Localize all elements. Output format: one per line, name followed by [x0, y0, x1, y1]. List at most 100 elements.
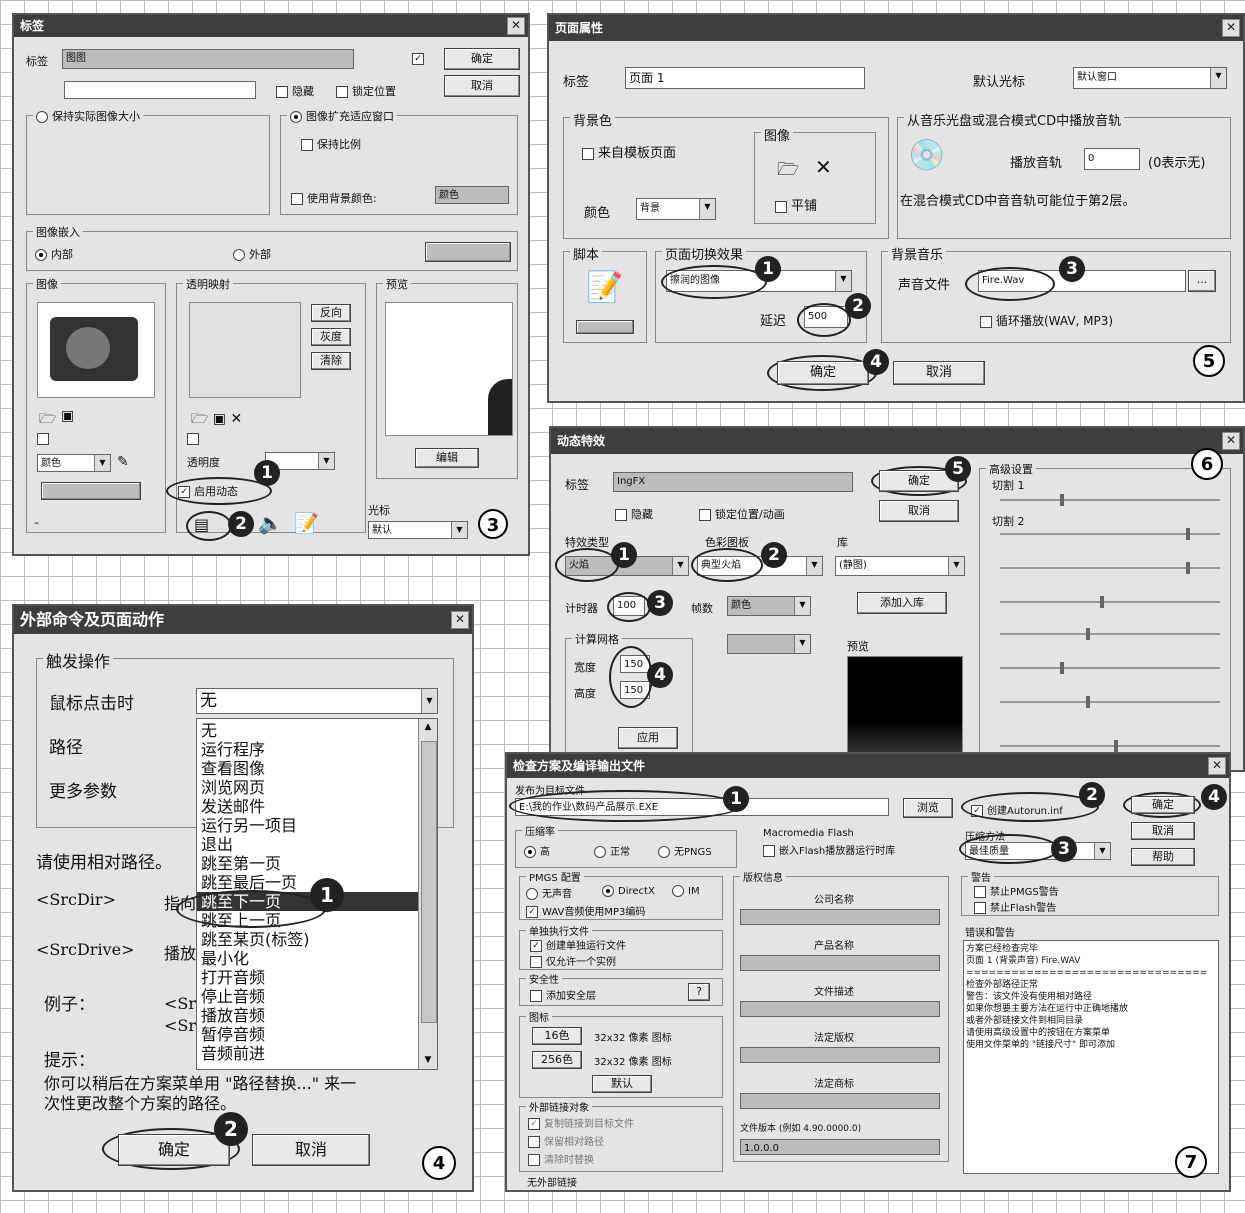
edit-button[interactable]: 编辑	[415, 448, 479, 468]
create-single-checkbox[interactable]: ✓ 创建单独运行文件	[530, 937, 626, 952]
product-input[interactable]	[740, 955, 940, 971]
action-option[interactable]: 运行另一项目	[197, 816, 419, 835]
codec-checkbox[interactable]: ✓ WAV音频使用MP3编码	[526, 903, 645, 918]
embed-browse-button[interactable]	[425, 242, 511, 262]
company-input[interactable]	[740, 909, 940, 925]
trademark-input[interactable]	[740, 1093, 940, 1109]
script-button[interactable]	[576, 320, 634, 334]
default-cursor-select[interactable]: 默认窗口 ▼	[1073, 67, 1227, 89]
bg-color-checkbox[interactable]: 使用背景颜色:	[291, 190, 377, 206]
action-option[interactable]: 发送邮件	[197, 797, 419, 816]
color-select[interactable]: 背景 ▼	[636, 198, 716, 220]
apply-button[interactable]: 应用	[618, 727, 678, 749]
lock-checkbox[interactable]: 锁定位置	[336, 83, 396, 99]
action-option[interactable]: 停止音频	[197, 987, 419, 1006]
compress-none-radio[interactable]: 无PNGS	[658, 843, 712, 858]
invert-button[interactable]: 反向	[311, 304, 351, 322]
speaker-icon[interactable]: 🔈	[258, 511, 283, 535]
slider-7[interactable]	[1000, 696, 1220, 708]
lock-checkbox[interactable]: 锁定位置/动画	[699, 506, 785, 522]
gray-button[interactable]	[41, 482, 141, 500]
action-option[interactable]: 退出	[197, 835, 419, 854]
open-mask-icon[interactable]: 🗁 ▣ ✕	[191, 408, 242, 432]
cancel-button[interactable]: 取消	[1131, 822, 1195, 840]
compress-normal-radio[interactable]: 正常	[594, 843, 630, 858]
slider-3[interactable]	[1000, 562, 1220, 574]
icon16-button[interactable]: 16色	[532, 1027, 582, 1045]
open-icon[interactable]: 🗁	[39, 408, 56, 432]
scroll-up-icon[interactable]: ▲	[419, 719, 437, 736]
cancel-button[interactable]: 取消	[893, 361, 985, 385]
action-option[interactable]: 暂停音频	[197, 1025, 419, 1044]
keep-size-radio[interactable]: 保持实际图像大小	[33, 108, 143, 124]
color-dropdown[interactable]: 颜色 ▼	[37, 454, 111, 472]
hide-checkbox[interactable]: 隐藏	[276, 83, 314, 99]
loop-checkbox[interactable]: 循环播放(WAV, MP3)	[980, 312, 1113, 329]
scroll-down-icon[interactable]: ▼	[419, 1052, 437, 1069]
flash-checkbox[interactable]: 嵌入Flash播放器运行时库	[763, 842, 895, 857]
action-option[interactable]: 跳至某页(标签)	[197, 930, 419, 949]
label-input[interactable]: 图图	[62, 49, 354, 69]
log-box[interactable]: 方案已经检查完毕 页面 1 (背景声音) Fire.WAV ============…	[963, 940, 1219, 1174]
cancel-button[interactable]: 取消	[252, 1134, 370, 1166]
icon256-button[interactable]: 256色	[532, 1051, 582, 1069]
directx-radio[interactable]: DirectX	[602, 885, 655, 897]
close-icon[interactable]: ✕	[1222, 432, 1240, 450]
slider-5[interactable]	[1000, 628, 1220, 640]
ok-button[interactable]: 确定	[118, 1134, 230, 1166]
mask-checkbox[interactable]	[187, 432, 203, 445]
dx-other-radio[interactable]: IM	[672, 885, 700, 897]
save-icon[interactable]: ▣	[61, 408, 74, 424]
add-lib-button[interactable]: 添加入库	[857, 592, 947, 614]
color-select[interactable]: 颜色	[435, 186, 509, 204]
close-icon[interactable]: ✕	[451, 611, 469, 629]
default-icon-button[interactable]: 默认	[592, 1075, 652, 1093]
ok-button[interactable]: 确定	[1131, 796, 1195, 814]
close-icon[interactable]: ✕	[1208, 757, 1226, 775]
action-option[interactable]: 最小化	[197, 949, 419, 968]
w2-checkbox[interactable]: 禁止Flash警告	[974, 899, 1056, 914]
on-click-select[interactable]: 无 ▼	[196, 688, 438, 714]
action-icon[interactable]: ▤	[194, 515, 209, 534]
label-input[interactable]: IngFX	[613, 472, 853, 492]
ok-button[interactable]: 确定	[777, 361, 869, 385]
security-checkbox[interactable]: 添加安全层	[530, 987, 596, 1002]
clear-button[interactable]: 清除	[311, 352, 351, 370]
delete-image-icon[interactable]: ✕	[815, 155, 832, 179]
expand-radio[interactable]: 图像扩充适应窗口	[287, 108, 397, 124]
ok-button[interactable]: 确定	[444, 48, 520, 70]
cancel-button[interactable]: 取消	[444, 75, 520, 97]
embed-inside-radio[interactable]: 内部	[35, 246, 73, 262]
allow-one-checkbox[interactable]: 仅允许一个实例	[530, 953, 616, 968]
file-version-input[interactable]: 1.0.0.0	[740, 1139, 940, 1155]
action-option[interactable]: 播放音频	[197, 1006, 419, 1025]
action-option[interactable]: 跳至第一页	[197, 854, 419, 873]
action-option[interactable]: 音频前进	[197, 1044, 419, 1063]
security-help-button[interactable]: ?	[688, 983, 710, 1001]
help-button[interactable]: 帮助	[1131, 848, 1195, 866]
script-icon[interactable]: 📝	[294, 511, 319, 535]
color-select-2[interactable]: ▼	[727, 634, 811, 654]
action-option[interactable]: 浏览网页	[197, 778, 419, 797]
action-option[interactable]: 跳至最后一页	[197, 873, 419, 892]
slider-1[interactable]	[1000, 494, 1220, 506]
ext3-checkbox[interactable]: 清除时替换	[528, 1151, 594, 1166]
label-input[interactable]: 页面 1	[625, 67, 865, 89]
compress-high-radio[interactable]: 高	[524, 843, 550, 858]
action-option[interactable]: 查看图像	[197, 759, 419, 778]
action-option[interactable]: 打开音频	[197, 968, 419, 987]
picker-icon[interactable]: ✎	[117, 454, 129, 470]
action-option[interactable]: 运行程序	[197, 740, 419, 759]
cancel-button[interactable]: 取消	[879, 500, 959, 522]
lib-select[interactable]: (静图) ▼	[835, 556, 965, 576]
enable-anim-checkbox[interactable]: ✓ 启用动态	[178, 483, 238, 499]
w1-checkbox[interactable]: 禁止PMGS警告	[974, 883, 1059, 898]
open-image-icon[interactable]: 🗁	[777, 157, 799, 187]
from-master-checkbox[interactable]: 来自模板页面	[582, 142, 676, 161]
cursor-select[interactable]: 默认 ▼	[368, 521, 468, 539]
slider-4[interactable]	[1000, 596, 1220, 608]
slider-2[interactable]	[1000, 528, 1220, 540]
browse-button[interactable]: ...	[1188, 270, 1216, 292]
frames-select[interactable]: 颜色 ▼	[727, 596, 811, 616]
grayscale-button[interactable]: 灰度	[311, 328, 351, 346]
